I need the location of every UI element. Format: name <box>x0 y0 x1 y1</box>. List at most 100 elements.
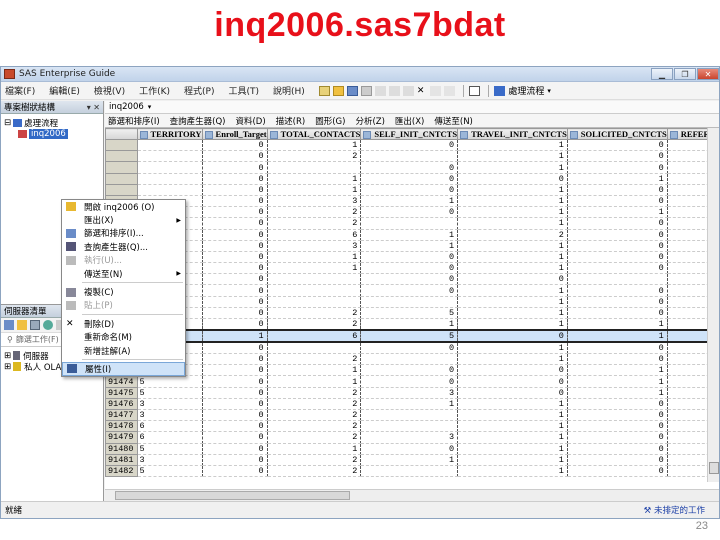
enroll-target-cell[interactable]: 0 <box>202 161 268 174</box>
refresh-icon[interactable] <box>4 320 14 330</box>
enroll-target-cell[interactable]: 0 <box>202 307 268 320</box>
table-row[interactable]: 91468502510 <box>105 306 707 320</box>
table-row[interactable]: 01010 <box>105 183 707 196</box>
column-header[interactable]: REFERRAL <box>666 128 707 141</box>
menu-file[interactable]: 檔案(F) <box>5 84 35 97</box>
delete-icon[interactable]: ✕ <box>417 86 425 96</box>
referral-cell[interactable] <box>667 307 707 320</box>
self-init-cell[interactable]: 1 <box>360 318 459 331</box>
row-number[interactable]: 91476 <box>105 397 138 410</box>
menu-view[interactable]: 檢視(V) <box>94 84 125 97</box>
row-number[interactable]: 91482 <box>105 464 138 478</box>
travel-init-cell[interactable]: 1 <box>457 443 568 455</box>
table-row[interactable]: 01010 <box>105 250 707 264</box>
solicited-cell[interactable]: 1 <box>567 318 668 331</box>
solicited-cell[interactable]: 0 <box>567 229 668 241</box>
table-row[interactable]: 91481 3 0 2 1 1 0 <box>105 453 707 466</box>
self-init-cell[interactable]: 0 <box>360 262 459 275</box>
travel-init-cell[interactable]: 0 <box>457 387 568 399</box>
globe-icon[interactable] <box>43 320 53 330</box>
describe-menu-button[interactable]: 描述(R) <box>276 115 306 127</box>
menu-edit[interactable]: 編輯(E) <box>49 84 80 97</box>
process-flow-button[interactable]: 處理流程 <box>508 84 544 97</box>
referral-cell[interactable] <box>667 318 707 331</box>
self-init-cell[interactable]: 1 <box>360 195 459 208</box>
total-contacts-cell[interactable]: 2 <box>267 318 362 331</box>
print-icon[interactable] <box>360 85 372 96</box>
referral-cell[interactable] <box>667 161 707 174</box>
solicited-cell[interactable]: 0 <box>567 195 668 208</box>
territory-cell[interactable] <box>137 161 203 174</box>
solicited-cell[interactable]: 1 <box>567 364 668 377</box>
self-init-cell[interactable]: 0 <box>360 173 459 185</box>
solicited-cell[interactable]: 0 <box>567 150 668 163</box>
travel-init-cell[interactable]: 1 <box>457 353 568 366</box>
travel-init-cell[interactable]: 1 <box>457 454 568 466</box>
table-row[interactable]: 91482 5 0 2 1 0 <box>105 464 707 478</box>
self-init-cell[interactable] <box>360 353 459 366</box>
menu-program[interactable]: 程式(P) <box>184 84 214 97</box>
solicited-cell[interactable]: 0 <box>567 398 668 410</box>
referral-cell[interactable] <box>667 375 707 388</box>
enroll-target-cell[interactable]: 0 <box>202 353 268 366</box>
row-number[interactable]: 91478 <box>105 420 138 433</box>
enroll-target-cell[interactable]: 0 <box>202 398 268 410</box>
referral-cell[interactable] <box>667 229 707 241</box>
context-menu-item[interactable]: 傳送至(N) ▶ <box>62 267 185 280</box>
table-row[interactable]: 91480 5 0 1 0 1 0 <box>105 442 707 455</box>
solicited-cell[interactable]: 1 <box>567 375 668 388</box>
table-row[interactable]: 0010 <box>105 284 707 297</box>
table-row[interactable]: 010 <box>105 295 707 308</box>
self-init-cell[interactable]: 0 <box>360 184 459 196</box>
total-contacts-cell[interactable]: 2 <box>267 206 362 219</box>
column-header[interactable]: SOLICITED_CNTCTS <box>566 128 668 141</box>
table-row[interactable]: 9147150010 <box>105 341 707 355</box>
total-contacts-cell[interactable]: 1 <box>267 364 362 377</box>
travel-init-cell[interactable]: 1 <box>457 307 568 320</box>
travel-init-cell[interactable]: 1 <box>457 150 568 163</box>
folder-icon[interactable] <box>17 320 27 330</box>
referral-cell[interactable] <box>667 139 707 152</box>
territory-cell[interactable]: 5 <box>137 375 203 388</box>
total-contacts-cell[interactable] <box>267 161 362 174</box>
enroll-target-cell[interactable]: 1 <box>202 329 268 344</box>
chevron-down-icon[interactable]: ▾ <box>547 87 551 95</box>
enroll-target-cell[interactable]: 0 <box>202 387 268 399</box>
territory-cell[interactable]: 5 <box>137 387 203 399</box>
self-init-cell[interactable]: 0 <box>360 443 459 455</box>
tree-node-process-flow[interactable]: ⊟ 處理流程 <box>4 117 100 129</box>
territory-cell[interactable]: 6 <box>137 431 203 444</box>
close-button[interactable]: ✕ <box>697 68 719 80</box>
total-contacts-cell[interactable]: 1 <box>267 262 362 275</box>
territory-cell[interactable]: 3 <box>137 409 203 422</box>
save-icon[interactable] <box>346 85 358 96</box>
enroll-target-cell[interactable]: 0 <box>202 173 268 185</box>
tree-node-inq2006[interactable]: inq2006 <box>4 128 100 139</box>
self-init-cell[interactable] <box>360 465 459 478</box>
table-row[interactable]: 91470516501 <box>105 329 707 344</box>
travel-init-cell[interactable]: 1 <box>457 184 568 196</box>
total-contacts-cell[interactable] <box>267 273 362 286</box>
list-icon[interactable] <box>469 85 481 96</box>
horizontal-scroll-thumb[interactable] <box>115 491 350 500</box>
table-row[interactable]: 91475 5 0 2 3 0 1 <box>105 386 707 399</box>
row-number[interactable] <box>105 183 138 196</box>
travel-init-cell[interactable]: 1 <box>457 262 568 275</box>
referral-cell[interactable] <box>667 364 707 377</box>
enroll-target-cell[interactable]: 0 <box>202 251 268 264</box>
enroll-target-cell[interactable]: 0 <box>202 364 268 377</box>
referral-cell[interactable] <box>667 353 707 366</box>
solicited-cell[interactable]: 0 <box>567 307 668 320</box>
referral-cell[interactable] <box>667 173 707 185</box>
referral-cell[interactable] <box>667 150 707 163</box>
context-menu-item[interactable]: 執行(U)... <box>62 254 185 267</box>
vertical-scrollbar[interactable] <box>707 128 719 482</box>
export-menu-button[interactable]: 匯出(X) <box>395 115 424 127</box>
referral-cell[interactable] <box>667 296 707 308</box>
total-contacts-cell[interactable] <box>267 284 362 297</box>
menu-task[interactable]: 工作(K) <box>139 84 170 97</box>
table-row[interactable]: 03110 <box>105 239 707 252</box>
total-contacts-cell[interactable]: 2 <box>267 409 362 422</box>
enroll-target-cell[interactable]: 0 <box>202 184 268 196</box>
self-init-cell[interactable]: 0 <box>360 375 459 388</box>
